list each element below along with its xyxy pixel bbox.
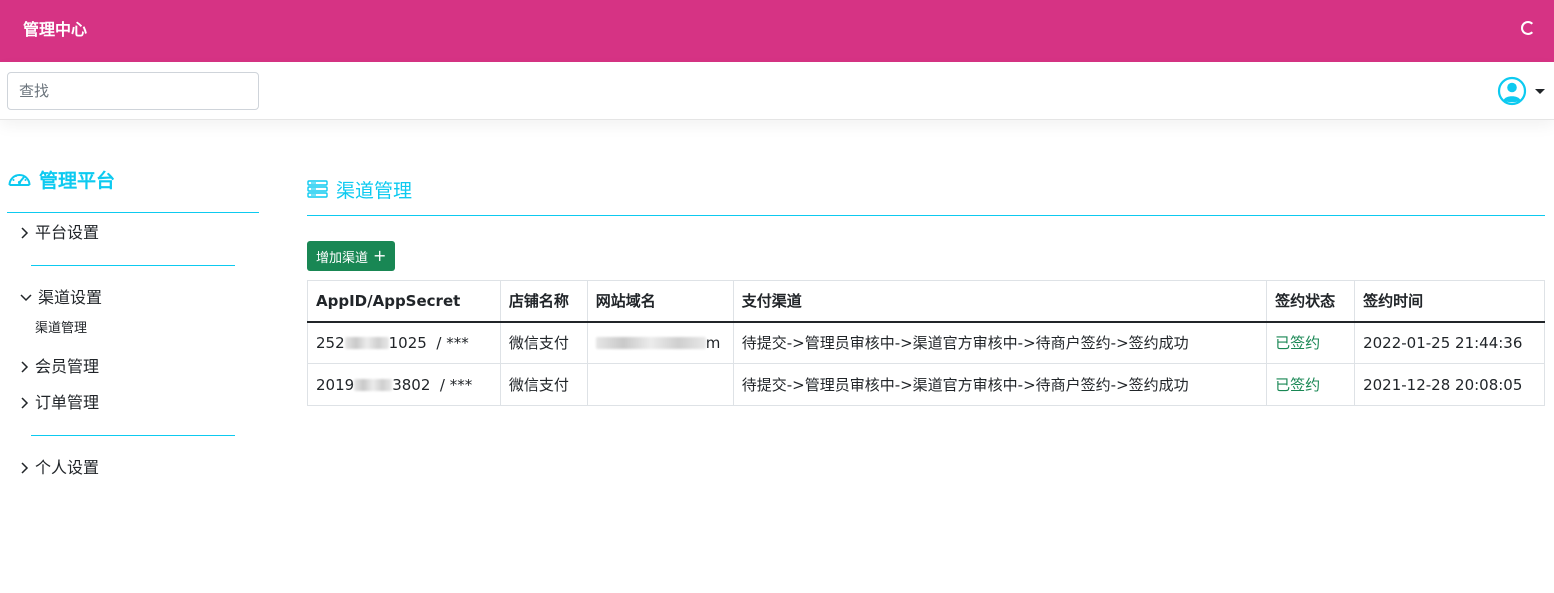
cell-pay-channel: 待提交->管理员审核中->渠道官方审核中->待商户签约->签约成功 bbox=[732, 363, 1268, 406]
column-header-appid[interactable]: AppID/AppSecret bbox=[307, 280, 501, 323]
cell-pay-channel: 待提交->管理员审核中->渠道官方审核中->待商户签约->签约成功 bbox=[732, 321, 1268, 364]
cell-sign-status: 已签约 bbox=[1266, 321, 1356, 364]
sidebar-item-personal-settings[interactable]: 个人设置 bbox=[19, 457, 99, 479]
appid-prefix: 252 bbox=[316, 333, 345, 352]
sidebar-item-label: 个人设置 bbox=[35, 458, 100, 477]
sidebar-item-channel-settings[interactable]: 渠道设置 bbox=[19, 287, 102, 309]
domain-suffix: m bbox=[705, 333, 721, 352]
appid-prefix: 2019 bbox=[316, 375, 355, 394]
cell-sign-time: 2022-01-25 21:44:36 bbox=[1354, 321, 1545, 364]
sidebar-subitem-channel-management[interactable]: 渠道管理 bbox=[35, 320, 87, 338]
top-header-bar: 管理中心 bbox=[0, 0, 1554, 62]
sidebar-divider bbox=[31, 435, 235, 436]
add-channel-label: 增加渠道 bbox=[316, 250, 369, 266]
sidebar-item-label: 平台设置 bbox=[35, 223, 100, 242]
sidebar-divider bbox=[31, 265, 235, 266]
plus-icon: + bbox=[373, 246, 387, 265]
column-header-sign-status[interactable]: 签约状态 bbox=[1266, 280, 1356, 323]
search-input[interactable] bbox=[7, 72, 259, 110]
sidebar-item-platform-settings[interactable]: 平台设置 bbox=[19, 222, 99, 244]
caret-down-icon bbox=[1535, 89, 1545, 94]
cell-domain: m bbox=[586, 321, 734, 364]
cell-appid: 2019 3802 / *** bbox=[307, 363, 501, 406]
chevron-right-icon bbox=[21, 227, 29, 239]
cell-shop-name: 微信支付 bbox=[499, 321, 588, 364]
sidebar-title: 管理平台 bbox=[7, 166, 115, 192]
spinner-icon bbox=[1521, 21, 1535, 35]
user-menu-toggle[interactable] bbox=[1497, 76, 1547, 106]
redacted-blur bbox=[354, 379, 393, 391]
cell-domain bbox=[586, 363, 734, 406]
table-row[interactable]: 252 1025 / *** 微信支付 m 待提交->管理员审核中->渠道官方审核… bbox=[307, 321, 1545, 364]
page-title: 渠道管理 bbox=[307, 176, 412, 202]
cell-shop-name: 微信支付 bbox=[499, 363, 588, 406]
title-divider bbox=[307, 215, 1545, 216]
speedometer-icon bbox=[8, 174, 31, 186]
table-row[interactable]: 2019 3802 / *** 微信支付 待提交->管理员审核中->渠道官方审核中… bbox=[307, 363, 1545, 406]
user-circle-icon bbox=[1497, 76, 1527, 106]
app-secret: / *** bbox=[439, 375, 473, 394]
column-header-pay-channel[interactable]: 支付渠道 bbox=[732, 280, 1268, 323]
column-header-sign-time[interactable]: 签约时间 bbox=[1354, 280, 1545, 323]
sidebar-item-label: 会员管理 bbox=[35, 357, 100, 376]
sidebar-item-member-management[interactable]: 会员管理 bbox=[19, 356, 99, 378]
server-stack-icon bbox=[307, 180, 328, 198]
table-header-row: AppID/AppSecret 店铺名称 网站域名 支付渠道 签约状态 签约时间 bbox=[307, 280, 1545, 323]
redacted-blur bbox=[595, 337, 706, 350]
add-channel-button[interactable]: 增加渠道 + bbox=[307, 241, 396, 271]
chevron-right-icon bbox=[21, 462, 29, 474]
sidebar-item-order-management[interactable]: 订单管理 bbox=[19, 392, 99, 414]
page-title-text: 渠道管理 bbox=[336, 179, 413, 202]
column-header-domain[interactable]: 网站域名 bbox=[586, 280, 734, 323]
chevron-down-icon bbox=[20, 294, 32, 302]
search-bar bbox=[0, 62, 1554, 120]
sidebar-item-label: 订单管理 bbox=[35, 393, 100, 412]
cell-appid: 252 1025 / *** bbox=[307, 321, 501, 364]
chevron-right-icon bbox=[21, 397, 29, 409]
redacted-blur bbox=[344, 337, 389, 350]
chevron-right-icon bbox=[21, 361, 29, 373]
channel-table: AppID/AppSecret 店铺名称 网站域名 支付渠道 签约状态 签约时间… bbox=[307, 280, 1545, 406]
cell-sign-time: 2021-12-28 20:08:05 bbox=[1354, 363, 1545, 406]
sidebar-item-label: 渠道设置 bbox=[38, 288, 103, 307]
sidebar-title-text: 管理平台 bbox=[39, 169, 116, 192]
app-brand[interactable]: 管理中心 bbox=[23, 19, 87, 41]
column-header-shop-name[interactable]: 店铺名称 bbox=[499, 280, 588, 323]
appid-suffix: 3802 bbox=[392, 375, 431, 394]
appid-suffix: 1025 bbox=[388, 333, 427, 352]
app-secret: / *** bbox=[436, 333, 469, 352]
cell-sign-status: 已签约 bbox=[1266, 363, 1356, 406]
sidebar-divider bbox=[7, 212, 259, 213]
